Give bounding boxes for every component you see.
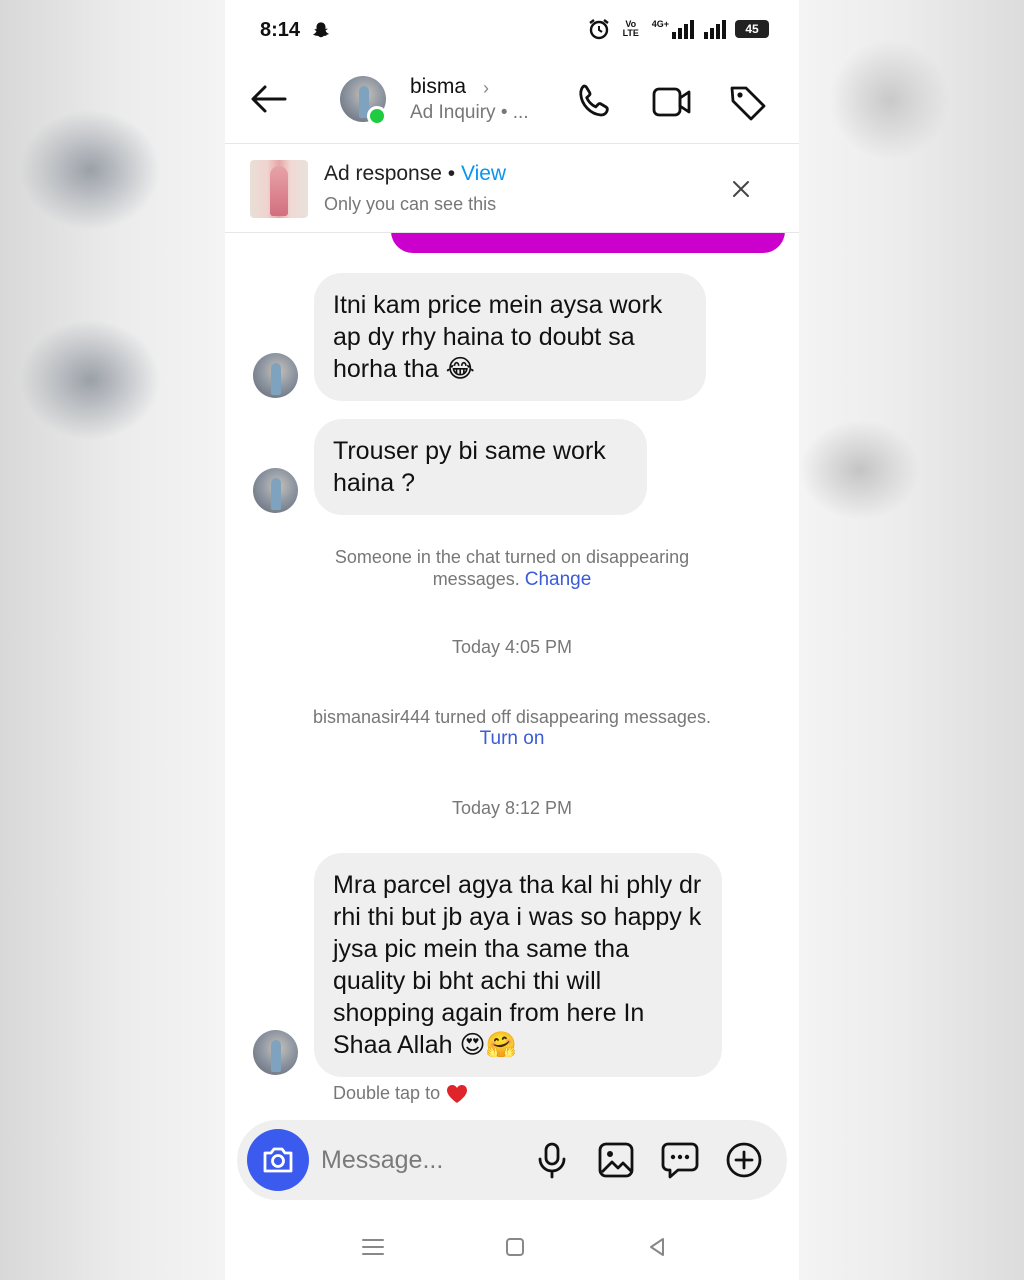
sticker-chat-icon[interactable] <box>660 1140 700 1180</box>
change-link[interactable]: Change <box>525 569 592 590</box>
turn-on-link[interactable]: Turn on <box>225 728 799 750</box>
system-message-text: bismanasir444 turned off disappearing me… <box>313 707 711 727</box>
status-bar: 8:14 Vo LTE 4G+ 45 <box>225 0 799 60</box>
ad-view-link[interactable]: View <box>461 162 506 185</box>
contact-name[interactable]: bisma <box>410 75 466 99</box>
microphone-icon[interactable] <box>532 1140 572 1180</box>
video-camera-icon[interactable] <box>651 82 693 122</box>
reaction-hint: Double tap to <box>333 1083 468 1104</box>
system-message-disappearing-on: Someone in the chat turned on disappeari… <box>225 546 799 591</box>
reaction-hint-text: Double tap to <box>333 1083 441 1103</box>
add-icon[interactable] <box>724 1140 764 1180</box>
system-navigation-bar <box>225 1215 799 1280</box>
back-nav-icon[interactable] <box>643 1233 671 1261</box>
system-message-disappearing-off: bismanasir444 turned off disappearing me… <box>225 706 799 750</box>
chat-header: bisma › Ad Inquiry • ... <box>225 60 799 144</box>
battery-icon: 45 <box>735 20 769 38</box>
contact-subtitle[interactable]: Ad Inquiry • ... <box>410 102 529 124</box>
alarm-icon <box>589 19 609 40</box>
timestamp: Today 4:05 PM <box>451 637 573 657</box>
timestamp: Today 8:12 PM <box>451 798 573 818</box>
menu-icon[interactable] <box>359 1233 387 1261</box>
received-message-bubble[interactable]: Itni kam price mein aysa work ap dy rhy … <box>314 273 706 401</box>
received-message-bubble[interactable]: Mra parcel agya tha kal hi phly dr rhi t… <box>314 853 722 1077</box>
ad-subtitle: Only you can see this <box>324 194 497 214</box>
received-message-bubble[interactable]: Trouser py bi same work haina ? <box>314 419 647 515</box>
tag-icon[interactable] <box>727 82 769 122</box>
sender-avatar[interactable] <box>253 468 298 513</box>
message-thread: Itni kam price mein aysa work ap dy rhy … <box>225 213 799 1113</box>
phone-icon[interactable] <box>575 82 615 122</box>
back-arrow-icon[interactable] <box>249 84 289 114</box>
status-time: 8:14 <box>260 19 301 41</box>
status-icons: Vo LTE 4G+ 45 <box>588 18 769 40</box>
ad-thumbnail[interactable] <box>250 160 308 218</box>
network-type-label: 4G+ <box>651 19 669 29</box>
ad-title: Ad response <box>324 162 442 185</box>
sender-avatar[interactable] <box>253 353 298 398</box>
system-message-text: Someone in the chat turned on disappeari… <box>334 547 690 589</box>
home-icon[interactable] <box>501 1233 529 1261</box>
snapchat-icon <box>313 22 329 38</box>
phone-screen: 8:14 Vo LTE 4G+ 45 bisma › Ad Inquiry • … <box>225 0 799 1280</box>
sender-avatar[interactable] <box>253 1030 298 1075</box>
ad-separator: • <box>441 162 461 185</box>
volte-label: Vo LTE <box>622 19 639 38</box>
signal-icon-2 <box>704 20 726 39</box>
camera-icon <box>263 1147 293 1173</box>
online-status-dot <box>367 106 387 126</box>
ad-response-banner: Ad response • View Only you can see this <box>225 145 799 233</box>
chevron-right-icon[interactable]: › <box>483 78 489 99</box>
message-input[interactable] <box>321 1142 521 1178</box>
ad-title-row: Ad response • View <box>324 162 506 186</box>
message-composer <box>237 1120 787 1200</box>
camera-button[interactable] <box>247 1129 309 1191</box>
heart-icon <box>447 1084 468 1103</box>
signal-icon <box>672 20 694 39</box>
gallery-icon[interactable] <box>596 1140 636 1180</box>
close-icon[interactable] <box>730 178 752 200</box>
